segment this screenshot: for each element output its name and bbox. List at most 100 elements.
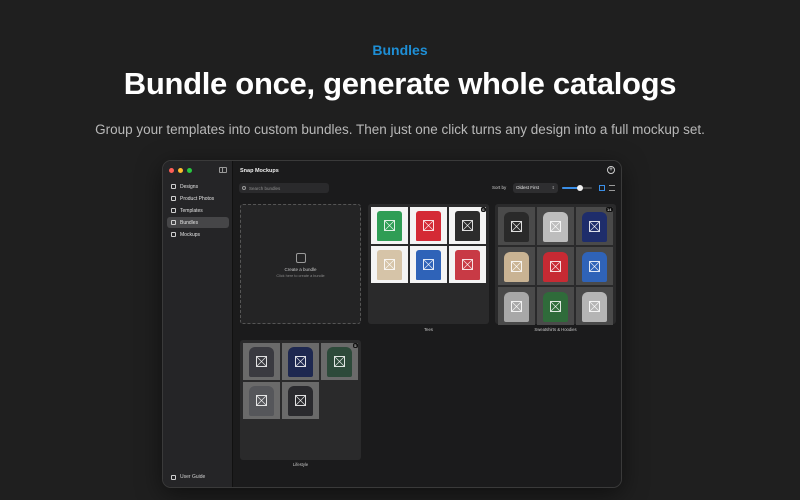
titlebar: Snap Mockups + xyxy=(233,161,621,180)
design-placeholder-icon xyxy=(589,260,600,272)
design-placeholder-icon xyxy=(295,356,306,367)
design-placeholder-icon xyxy=(589,300,600,312)
sidebar-item-label: Mockups xyxy=(180,231,201,238)
create-bundle-card[interactable]: Create a bundle Click here to create a b… xyxy=(240,204,361,324)
bundle-thumbnail xyxy=(321,343,358,380)
sidebar-item-mockups[interactable]: Mockups xyxy=(167,229,229,240)
bundle-card[interactable]: 14 xyxy=(495,204,616,325)
app-window: Designs Product Photos Templates Bundles Moc… xyxy=(162,160,622,488)
bundle-name: Sweatshirts & Hoodies xyxy=(534,327,577,332)
bundle-thumbnail xyxy=(537,207,574,245)
grid-view-icon[interactable] xyxy=(599,185,605,191)
bundle-thumbnail xyxy=(576,287,613,325)
bundle-thumbnail xyxy=(449,246,486,283)
design-placeholder-icon xyxy=(462,220,473,231)
bundle-card[interactable]: 5 xyxy=(240,340,361,460)
bundle-count-badge: 5 xyxy=(352,343,358,348)
thumbnail-size-slider[interactable] xyxy=(562,185,592,191)
designs-icon xyxy=(171,184,176,189)
design-placeholder-icon xyxy=(550,300,561,312)
bundle-thumbnail xyxy=(576,247,613,285)
bundle-thumbnail xyxy=(537,247,574,285)
sidebar-item-bundles[interactable]: Bundles xyxy=(167,217,229,228)
bundle-thumbnail xyxy=(537,287,574,325)
sidebar-toggle-icon[interactable] xyxy=(219,167,227,173)
user-guide-label: User Guide xyxy=(180,474,206,480)
design-placeholder-icon xyxy=(511,260,522,272)
bundle-name: Tees xyxy=(424,327,433,332)
sidebar-item-designs[interactable]: Designs xyxy=(167,181,229,192)
minimize-window-button[interactable] xyxy=(178,168,183,173)
design-placeholder-icon xyxy=(423,220,434,231)
bundle-thumbnail xyxy=(282,382,319,419)
design-placeholder-icon xyxy=(256,395,267,406)
sidebar-item-label: Designs xyxy=(180,183,199,190)
bundle-thumbnail xyxy=(576,207,613,245)
sidebar-nav: Designs Product Photos Templates Bundles Moc… xyxy=(167,181,229,241)
design-placeholder-icon xyxy=(462,259,473,270)
create-bundle-title: Create a bundle xyxy=(284,267,317,272)
design-placeholder-icon xyxy=(511,300,522,312)
design-placeholder-icon xyxy=(550,220,561,232)
bundle-thumbnail xyxy=(498,247,535,285)
bundle-thumbnail-grid xyxy=(371,207,486,283)
design-placeholder-icon xyxy=(511,220,522,232)
sidebar-item-label: Templates xyxy=(180,207,203,214)
sidebar-item-product-photos[interactable]: Product Photos xyxy=(167,193,229,204)
shirt-icon xyxy=(171,196,176,201)
bundle-thumbnail xyxy=(282,343,319,380)
bundle-thumbnail-grid xyxy=(243,343,358,419)
design-placeholder-icon xyxy=(295,395,306,406)
search-icon xyxy=(242,186,246,190)
chevron-updown-icon: ⇕ xyxy=(551,185,555,190)
bundle-thumbnail xyxy=(371,207,408,244)
sort-value: Oldest First xyxy=(516,185,540,190)
bundle-count-badge: 14 xyxy=(605,207,613,212)
sidebar: Designs Product Photos Templates Bundles Moc… xyxy=(163,161,233,487)
bundle-thumbnail xyxy=(371,246,408,283)
sort-label: Sort by xyxy=(492,185,507,190)
sort-select[interactable]: Oldest First ⇕ xyxy=(513,183,558,193)
hero-eyebrow: Bundles xyxy=(372,42,428,58)
templates-icon xyxy=(171,208,176,213)
bundle-thumbnail xyxy=(243,382,280,419)
mockups-icon xyxy=(171,232,176,237)
slider-knob[interactable] xyxy=(577,185,583,191)
hero-headline: Bundle once, generate whole catalogs xyxy=(123,66,677,101)
window-title: Snap Mockups xyxy=(240,167,279,174)
bundle-thumbnail-grid xyxy=(498,207,613,325)
design-placeholder-icon xyxy=(384,259,395,270)
book-icon xyxy=(171,474,176,480)
design-placeholder-icon xyxy=(334,356,345,367)
sidebar-item-templates[interactable]: Templates xyxy=(167,205,229,216)
hero-subline: Group your templates into custom bundles… xyxy=(95,122,705,137)
list-view-icon[interactable] xyxy=(609,185,615,191)
bundle-name: Lifestyle xyxy=(292,462,309,467)
bundles-icon xyxy=(171,220,176,225)
search-input[interactable] xyxy=(249,185,329,191)
sidebar-item-label: Bundles xyxy=(180,219,199,226)
bundle-thumbnail xyxy=(498,287,535,325)
main-content: Snap Mockups + Sort by Oldest First ⇕ Cr… xyxy=(233,161,621,487)
bundle-thumbnail xyxy=(498,207,535,245)
bundle-thumbnail xyxy=(243,343,280,380)
bundle-thumbnail xyxy=(410,246,447,283)
bundle-thumbnail xyxy=(410,207,447,244)
search-field[interactable] xyxy=(239,183,329,193)
bundle-count-badge: 6 xyxy=(480,207,486,212)
design-placeholder-icon xyxy=(423,259,434,270)
toolbar: Sort by Oldest First ⇕ xyxy=(233,181,621,195)
sidebar-item-label: Product Photos xyxy=(180,195,215,202)
design-placeholder-icon xyxy=(384,220,395,231)
user-guide-link[interactable]: User Guide xyxy=(171,474,205,480)
design-placeholder-icon xyxy=(550,260,561,272)
zoom-window-button[interactable] xyxy=(187,168,192,173)
bundle-card[interactable]: 6 xyxy=(368,204,489,324)
close-window-button[interactable] xyxy=(169,168,174,173)
window-controls xyxy=(169,168,192,173)
design-placeholder-icon xyxy=(589,220,600,232)
plus-circle-icon[interactable]: + xyxy=(607,166,615,174)
create-bundle-subtitle: Click here to create a bundle xyxy=(276,274,325,278)
add-bundle-icon xyxy=(296,253,306,263)
bundle-thumbnail xyxy=(449,207,486,244)
